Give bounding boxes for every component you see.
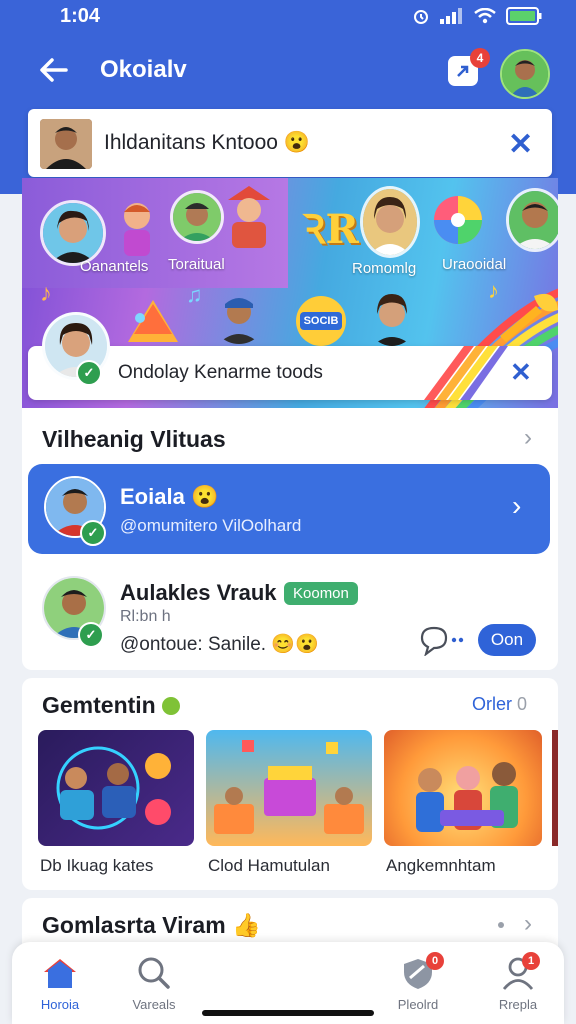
signal-icon: [440, 8, 462, 24]
nav-home-label: Horoia: [40, 997, 80, 1012]
nav-saved-label: Pleolrd: [397, 997, 439, 1012]
alarm-icon: [414, 10, 428, 24]
nav-search-label: Vareals: [132, 997, 176, 1012]
sign-badge: SOCIB: [296, 296, 346, 346]
nav-profile-label: Rrepla: [498, 997, 538, 1012]
letters-graphic: ꝚR: [302, 206, 359, 253]
close-icon[interactable]: ✕: [510, 357, 532, 388]
banner-label-1: Oanantels: [80, 258, 149, 275]
featured-list-item[interactable]: ✓ Eoiala 😮 @omumitero VilOolhard ›: [28, 464, 550, 554]
nav-home[interactable]: Horoia: [24, 956, 96, 1012]
battery-icon: [506, 7, 542, 25]
status-icons: [412, 7, 542, 25]
content-thumbnail[interactable]: [38, 730, 194, 846]
featured-name: Eoiala 😮: [120, 484, 219, 509]
drum-icon: [128, 300, 178, 342]
music-note-icon: ♪: [40, 280, 52, 307]
thumbnail-label: Clod Hamutulan: [208, 856, 330, 875]
banner-face-6: [366, 288, 418, 346]
banner-label-4: Uraooidal: [442, 256, 507, 273]
section-title-1: Vilheanig Vlituas: [42, 426, 226, 452]
search-bar[interactable]: Ihldanitans Kntooo 😮 ✕: [28, 109, 552, 177]
emoji-icon: 😮: [190, 484, 219, 509]
item-subtitle: Rl:bn h: [120, 608, 171, 625]
see-all-link[interactable]: Orler 0: [472, 694, 527, 715]
emoji-icon: 😮: [283, 131, 310, 154]
banner-label-3: Romomlg: [352, 260, 417, 277]
item-name: Aulakles Vrauk: [120, 580, 277, 605]
rainbow-stripe-graphic: [424, 346, 508, 400]
banner-face-5: [212, 290, 266, 344]
dot-indicator: [498, 922, 504, 928]
chevron-right-icon[interactable]: ›: [524, 424, 532, 452]
hand-emoji-icon: 👍: [232, 912, 261, 938]
cartoon-character-icon: [228, 186, 270, 248]
search-icon: [138, 957, 170, 989]
home-icon: [44, 959, 76, 988]
search-input[interactable]: Ihldanitans Kntooo 😮: [104, 131, 310, 155]
page-title: Okoialv: [100, 56, 187, 83]
close-icon[interactable]: ✕: [508, 127, 533, 162]
back-arrow-icon[interactable]: [36, 54, 72, 86]
item-tag: Koomon: [284, 582, 358, 605]
emoji-icon: 😊😮: [271, 634, 319, 655]
nav-saved-badge: 0: [426, 952, 444, 970]
banner-face-4: [506, 188, 558, 252]
verified-check-icon: ✓: [76, 360, 102, 386]
home-indicator: [202, 1010, 374, 1016]
thumbnail-label: Db Ikuag kates: [40, 856, 154, 875]
content-thumbnail[interactable]: [384, 730, 542, 846]
profile-avatar[interactable]: [500, 49, 550, 99]
color-wheel-icon: [434, 196, 482, 244]
nav-profile-badge: 1: [522, 952, 540, 970]
content-thumbnail[interactable]: [206, 730, 372, 846]
chevron-right-icon[interactable]: ›: [512, 490, 521, 522]
music-note-icon: ♫: [186, 282, 203, 307]
featured-handle: @omumitero VilOolhard: [120, 516, 302, 535]
cartoon-character-icon: [124, 203, 150, 256]
wifi-icon: [474, 8, 496, 24]
trumpet-icon: [500, 293, 558, 342]
banner-face-1: [40, 200, 106, 266]
verified-check-icon: ✓: [80, 520, 106, 546]
section-title-3: Gomlasrta Viram 👍: [42, 912, 261, 938]
thumb-card-edge: [552, 730, 558, 846]
chevron-right-icon[interactable]: ›: [524, 910, 532, 938]
status-bar: 1:04: [0, 0, 576, 34]
banner-face-3: [360, 186, 420, 258]
follow-button[interactable]: Oon: [478, 624, 536, 656]
comment-icon[interactable]: [418, 624, 466, 656]
thumbnail-label: Angkemnhtam: [386, 856, 496, 875]
status-time: 1:04: [60, 5, 101, 27]
notification-badge: 4: [470, 48, 490, 68]
green-dot-icon: [162, 697, 181, 715]
banner-label-2: Toraitual: [168, 256, 225, 273]
nav-search[interactable]: Vareals: [118, 956, 190, 1012]
subbar-text: Ondolay Kenarme toods: [118, 362, 323, 383]
search-avatar: [40, 119, 92, 169]
item-status: @ontoue: Sanile. 😊😮: [120, 634, 319, 655]
nav-profile[interactable]: Rrepla: [482, 956, 554, 1012]
section-title-2: Gemtentin: [42, 692, 181, 719]
verified-check-icon: ✓: [78, 622, 104, 648]
banner-face-2: [170, 190, 224, 244]
